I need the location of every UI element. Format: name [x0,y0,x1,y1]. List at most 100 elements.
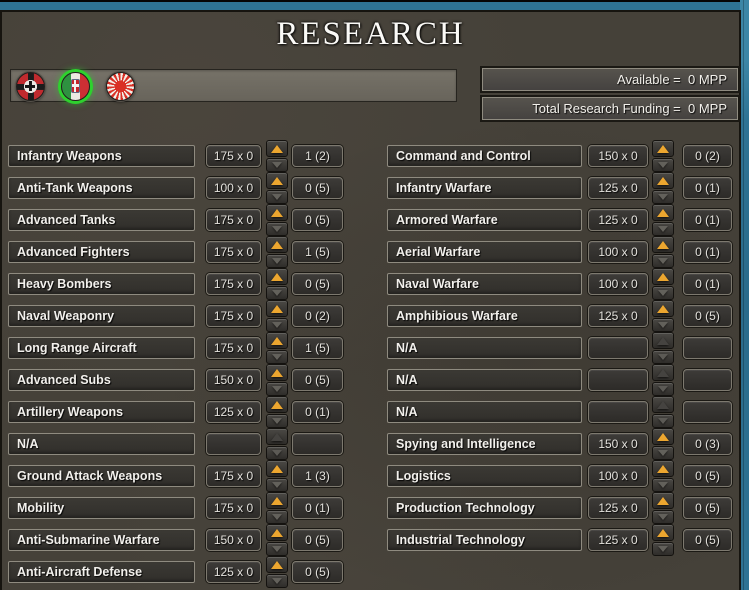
increase-investment-button[interactable] [652,172,674,189]
decrease-investment-button[interactable] [266,510,288,524]
available-mpp-display: Available = 0 MPP [482,68,738,91]
decrease-investment-button[interactable] [266,446,288,460]
increase-investment-button[interactable] [652,268,674,285]
increase-investment-button[interactable] [266,172,288,189]
investment-cost-display: 150 x 0 [206,369,261,391]
research-category-label: Armored Warfare [387,209,582,231]
decrease-investment-button[interactable] [266,574,288,588]
increase-investment-button[interactable] [266,556,288,573]
research-category-label: Naval Warfare [387,273,582,295]
decrease-investment-button[interactable] [266,254,288,268]
increase-investment-button[interactable] [652,428,674,445]
decrease-investment-button[interactable] [266,286,288,300]
investment-cost-display [588,369,648,391]
arrow-down-icon [272,194,282,200]
increase-investment-button[interactable] [266,204,288,221]
decrease-investment-button[interactable] [266,414,288,428]
increase-investment-button[interactable] [652,524,674,541]
investment-spinner [652,524,674,556]
increase-investment-button[interactable] [652,300,674,317]
arrow-up-icon [271,208,283,217]
decrease-investment-button[interactable] [652,254,674,268]
increase-investment-button[interactable] [652,140,674,157]
increase-investment-button[interactable] [266,460,288,477]
investment-cost-display: 125 x 0 [588,305,648,327]
arrow-down-icon [658,162,668,168]
increase-investment-button[interactable] [652,332,674,349]
research-level-display: 0 (5) [683,497,732,519]
research-category-label: Industrial Technology [387,529,582,551]
investment-cost-display [588,401,648,423]
increase-investment-button[interactable] [652,204,674,221]
research-row: Industrial Technology 125 x 0 0 (5) [387,524,732,556]
decrease-investment-button[interactable] [266,542,288,556]
increase-investment-button[interactable] [266,268,288,285]
increase-investment-button[interactable] [266,428,288,445]
increase-investment-button[interactable] [266,236,288,253]
decrease-investment-button[interactable] [266,318,288,332]
investment-spinner [652,396,674,428]
japan-flag-button[interactable] [106,72,135,101]
decrease-investment-button[interactable] [266,478,288,492]
decrease-investment-button[interactable] [652,542,674,556]
decrease-investment-button[interactable] [266,350,288,364]
decrease-investment-button[interactable] [652,318,674,332]
increase-investment-button[interactable] [652,492,674,509]
increase-investment-button[interactable] [652,236,674,253]
research-column-right: Command and Control 150 x 0 0 (2) Infant… [387,140,732,561]
research-category-label: Naval Weaponry [8,305,195,327]
arrow-up-icon [271,560,283,569]
increase-investment-button[interactable] [266,364,288,381]
research-level-display: 0 (5) [292,273,343,295]
investment-cost-display [206,433,261,455]
research-row: N/A [387,396,732,428]
decrease-investment-button[interactable] [652,510,674,524]
research-category-label: Infantry Weapons [8,145,195,167]
investment-cost-display: 100 x 0 [588,241,648,263]
research-row: Mobility 175 x 0 0 (1) [8,492,343,524]
increase-investment-button[interactable] [652,396,674,413]
increase-investment-button[interactable] [266,140,288,157]
decrease-investment-button[interactable] [266,190,288,204]
research-row: N/A [387,332,732,364]
arrow-down-icon [272,226,282,232]
investment-spinner [652,492,674,524]
research-column-left: Infantry Weapons 175 x 0 1 (2) Anti-Tank… [8,140,343,590]
research-level-display: 0 (2) [683,145,732,167]
decrease-investment-button[interactable] [266,222,288,236]
decrease-investment-button[interactable] [266,382,288,396]
italy-flag-button[interactable] [61,72,90,101]
research-category-label: N/A [387,369,582,391]
increase-investment-button[interactable] [266,300,288,317]
increase-investment-button[interactable] [266,332,288,349]
research-level-display: 0 (5) [292,529,343,551]
investment-spinner [266,492,288,524]
decrease-investment-button[interactable] [266,158,288,172]
arrow-down-icon [658,226,668,232]
research-category-label: Anti-Aircraft Defense [8,561,195,583]
research-level-display: 0 (1) [683,177,732,199]
decrease-investment-button[interactable] [652,158,674,172]
decrease-investment-button[interactable] [652,222,674,236]
decrease-investment-button[interactable] [652,382,674,396]
decrease-investment-button[interactable] [652,286,674,300]
research-row: Amphibious Warfare 125 x 0 0 (5) [387,300,732,332]
research-category-label: Infantry Warfare [387,177,582,199]
decrease-investment-button[interactable] [652,414,674,428]
research-category-label: Advanced Tanks [8,209,195,231]
investment-spinner [266,460,288,492]
increase-investment-button[interactable] [652,460,674,477]
decrease-investment-button[interactable] [652,190,674,204]
decrease-investment-button[interactable] [652,478,674,492]
germany-flag-button[interactable] [16,72,45,101]
research-category-label: N/A [8,433,195,455]
increase-investment-button[interactable] [652,364,674,381]
decrease-investment-button[interactable] [652,350,674,364]
investment-cost-display: 100 x 0 [588,273,648,295]
increase-investment-button[interactable] [266,524,288,541]
increase-investment-button[interactable] [266,492,288,509]
decrease-investment-button[interactable] [652,446,674,460]
increase-investment-button[interactable] [266,396,288,413]
research-row: Logistics 100 x 0 0 (5) [387,460,732,492]
research-level-display [292,433,343,455]
